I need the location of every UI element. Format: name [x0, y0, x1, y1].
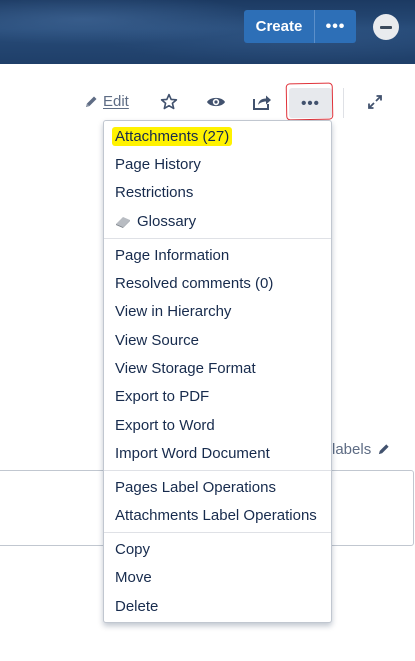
- edit-label: Edit: [103, 93, 129, 110]
- menu-separator: [104, 532, 331, 533]
- watch-button[interactable]: [206, 92, 226, 112]
- toolbar-divider: [343, 88, 344, 118]
- menu-item-view-in-hierarchy[interactable]: View in Hierarchy: [115, 302, 231, 322]
- minus-icon: [380, 25, 392, 29]
- create-button-group: Create •••: [244, 10, 356, 43]
- menu-item-move[interactable]: Move: [115, 568, 152, 588]
- labels-label: labels: [332, 441, 372, 458]
- menu-item-copy[interactable]: Copy: [115, 540, 150, 560]
- menu-item-page-history[interactable]: Page History: [115, 155, 201, 175]
- fullscreen-button[interactable]: [365, 92, 385, 112]
- share-icon: [253, 95, 271, 110]
- menu-item-import-word-document[interactable]: Import Word Document: [115, 444, 270, 464]
- menu-item-export-to-pdf[interactable]: Export to PDF: [115, 387, 209, 407]
- create-button[interactable]: Create: [244, 10, 315, 43]
- more-actions-menu: Attachments (27) Page History Restrictio…: [103, 120, 332, 623]
- menu-separator: [104, 238, 331, 239]
- glossary-icon: [116, 217, 130, 228]
- menu-item-delete[interactable]: Delete: [115, 597, 158, 617]
- menu-item-export-to-word[interactable]: Export to Word: [115, 416, 215, 436]
- expand-icon: [368, 95, 382, 109]
- star-button[interactable]: [159, 92, 179, 112]
- share-button[interactable]: [252, 92, 272, 112]
- labels-link[interactable]: labels: [332, 441, 390, 458]
- annotation-box: [285, 82, 334, 121]
- menu-item-pages-label-operations[interactable]: Pages Label Operations: [115, 478, 276, 498]
- eye-icon: [207, 97, 225, 107]
- star-icon: [160, 93, 178, 110]
- pencil-icon: [379, 444, 389, 455]
- menu-item-view-source[interactable]: View Source: [115, 331, 199, 351]
- menu-item-attachments-label-operations[interactable]: Attachments Label Operations: [115, 506, 317, 526]
- menu-item-restrictions[interactable]: Restrictions: [115, 183, 193, 203]
- menu-item-page-information[interactable]: Page Information: [115, 246, 229, 266]
- menu-item-attachments[interactable]: Attachments (27): [112, 127, 233, 147]
- header-banner: Create •••: [0, 0, 415, 64]
- edit-button[interactable]: Edit: [84, 93, 129, 110]
- menu-item-glossary[interactable]: Glossary: [115, 212, 196, 232]
- menu-separator: [104, 470, 331, 471]
- collapse-button[interactable]: [373, 14, 399, 40]
- create-more-button[interactable]: •••: [315, 10, 356, 43]
- menu-item-resolved-comments[interactable]: Resolved comments (0): [115, 274, 273, 294]
- pencil-icon: [86, 96, 97, 107]
- menu-item-view-storage-format[interactable]: View Storage Format: [115, 359, 256, 379]
